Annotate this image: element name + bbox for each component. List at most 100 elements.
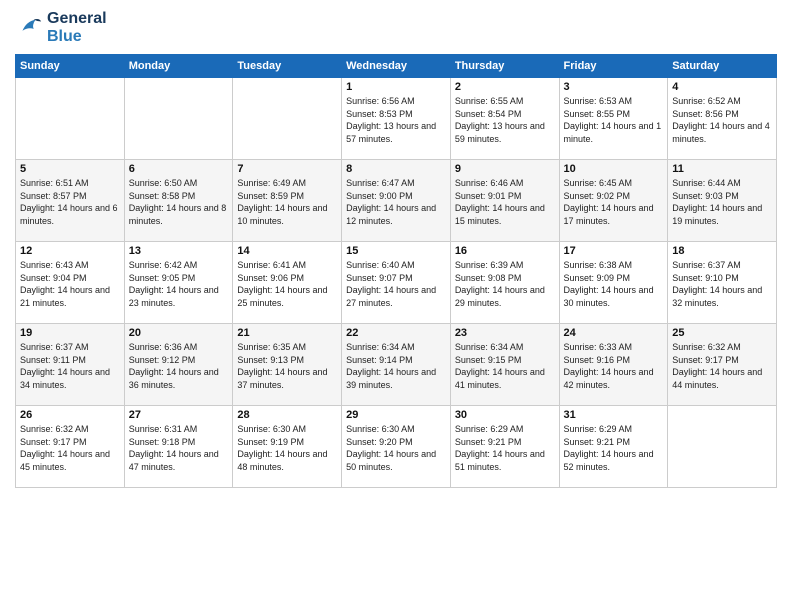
calendar-cell: 1Sunrise: 6:56 AMSunset: 8:53 PMDaylight… [342,78,451,160]
calendar-cell: 6 Sunrise: 6:50 AMSunset: 8:58 PMDaylight… [124,160,233,242]
weekday-header-wednesday: Wednesday [342,55,451,78]
calendar-cell: 2 Sunrise: 6:55 AMSunset: 8:54 PMDaylight… [450,78,559,160]
calendar-table: SundayMondayTuesdayWednesdayThursdayFrid… [15,54,777,488]
day-info: Sunrise: 6:37 AMSunset: 9:11 PMDaylight:… [20,341,120,391]
calendar-cell [124,78,233,160]
day-number: 2 [455,81,555,93]
day-number: 4 [672,81,772,93]
day-info: Sunrise: 6:47 AMSunset: 9:00 PMDaylight:… [346,177,446,227]
day-info: Sunrise: 6:38 AMSunset: 9:09 PMDaylight:… [564,259,664,309]
day-number: 27 [129,409,229,421]
calendar-cell: 29 Sunrise: 6:30 AMSunset: 9:20 PMDayligh… [342,406,451,488]
day-number: 22 [346,327,446,339]
logo-icon [15,14,43,42]
weekday-header-thursday: Thursday [450,55,559,78]
day-number: 5 [20,163,120,175]
calendar-week-4: 26Sunrise: 6:32 AMSunset: 9:17 PMDayligh… [16,406,777,488]
day-info: Sunrise: 6:50 AMSunset: 8:58 PMDaylight:… [129,177,229,227]
calendar-week-0: 1Sunrise: 6:56 AMSunset: 8:53 PMDaylight… [16,78,777,160]
day-number: 29 [346,409,446,421]
day-info: Sunrise: 6:52 AMSunset: 8:56 PMDaylight:… [672,95,772,145]
calendar-cell: 20Sunrise: 6:36 AMSunset: 9:12 PMDayligh… [124,324,233,406]
day-info: Sunrise: 6:36 AMSunset: 9:12 PMDaylight:… [129,341,229,391]
day-info: Sunrise: 6:32 AMSunset: 9:17 PMDaylight:… [672,341,772,391]
calendar-cell: 16 Sunrise: 6:39 AMSunset: 9:08 PMDayligh… [450,242,559,324]
day-info: Sunrise: 6:51 AMSunset: 8:57 PMDaylight:… [20,177,120,227]
calendar-week-3: 19 Sunrise: 6:37 AMSunset: 9:11 PMDayligh… [16,324,777,406]
calendar-header: SundayMondayTuesdayWednesdayThursdayFrid… [16,55,777,78]
calendar-cell [233,78,342,160]
calendar-cell: 24 Sunrise: 6:33 AMSunset: 9:16 PMDayligh… [559,324,668,406]
weekday-header-sunday: Sunday [16,55,125,78]
weekday-header-monday: Monday [124,55,233,78]
calendar-cell: 4 Sunrise: 6:52 AMSunset: 8:56 PMDaylight… [668,78,777,160]
day-number: 31 [564,409,664,421]
calendar-cell: 19 Sunrise: 6:37 AMSunset: 9:11 PMDayligh… [16,324,125,406]
day-info: Sunrise: 6:34 AMSunset: 9:15 PMDaylight:… [455,341,555,391]
day-info: Sunrise: 6:41 AMSunset: 9:06 PMDaylight:… [237,259,337,309]
calendar-cell: 17 Sunrise: 6:38 AMSunset: 9:09 PMDayligh… [559,242,668,324]
day-info: Sunrise: 6:43 AMSunset: 9:04 PMDaylight:… [20,259,120,309]
day-info: Sunrise: 6:29 AMSunset: 9:21 PMDaylight:… [564,423,664,473]
day-number: 28 [237,409,337,421]
day-number: 12 [20,245,120,257]
calendar-cell: 18 Sunrise: 6:37 AMSunset: 9:10 PMDayligh… [668,242,777,324]
day-info: Sunrise: 6:39 AMSunset: 9:08 PMDaylight:… [455,259,555,309]
day-info: Sunrise: 6:30 AMSunset: 9:19 PMDaylight:… [237,423,337,473]
calendar-cell: 28 Sunrise: 6:30 AMSunset: 9:19 PMDayligh… [233,406,342,488]
day-number: 10 [564,163,664,175]
day-info: Sunrise: 6:44 AMSunset: 9:03 PMDaylight:… [672,177,772,227]
weekday-header-saturday: Saturday [668,55,777,78]
day-number: 18 [672,245,772,257]
day-number: 13 [129,245,229,257]
day-number: 16 [455,245,555,257]
calendar-cell: 26Sunrise: 6:32 AMSunset: 9:17 PMDayligh… [16,406,125,488]
calendar-cell: 13Sunrise: 6:42 AMSunset: 9:05 PMDayligh… [124,242,233,324]
day-info: Sunrise: 6:45 AMSunset: 9:02 PMDaylight:… [564,177,664,227]
weekday-header-tuesday: Tuesday [233,55,342,78]
calendar-cell: 8Sunrise: 6:47 AMSunset: 9:00 PMDaylight… [342,160,451,242]
day-number: 7 [237,163,337,175]
day-info: Sunrise: 6:37 AMSunset: 9:10 PMDaylight:… [672,259,772,309]
day-number: 25 [672,327,772,339]
day-info: Sunrise: 6:55 AMSunset: 8:54 PMDaylight:… [455,95,555,145]
calendar-cell: 14 Sunrise: 6:41 AMSunset: 9:06 PMDayligh… [233,242,342,324]
day-number: 1 [346,81,446,93]
day-info: Sunrise: 6:34 AMSunset: 9:14 PMDaylight:… [346,341,446,391]
calendar-cell: 5 Sunrise: 6:51 AMSunset: 8:57 PMDaylight… [16,160,125,242]
header: General Blue [15,10,777,46]
day-info: Sunrise: 6:29 AMSunset: 9:21 PMDaylight:… [455,423,555,473]
calendar-cell: 10 Sunrise: 6:45 AMSunset: 9:02 PMDayligh… [559,160,668,242]
day-number: 6 [129,163,229,175]
day-number: 24 [564,327,664,339]
calendar-cell: 23 Sunrise: 6:34 AMSunset: 9:15 PMDayligh… [450,324,559,406]
calendar-cell: 27Sunrise: 6:31 AMSunset: 9:18 PMDayligh… [124,406,233,488]
day-number: 21 [237,327,337,339]
logo: General Blue [15,10,107,46]
calendar-cell: 3Sunrise: 6:53 AMSunset: 8:55 PMDaylight… [559,78,668,160]
calendar-cell [668,406,777,488]
day-number: 23 [455,327,555,339]
page: General Blue SundayMondayTuesdayWednesda… [0,0,792,612]
calendar-cell [16,78,125,160]
day-number: 14 [237,245,337,257]
day-number: 15 [346,245,446,257]
calendar-cell: 12 Sunrise: 6:43 AMSunset: 9:04 PMDayligh… [16,242,125,324]
day-number: 3 [564,81,664,93]
day-number: 11 [672,163,772,175]
calendar-cell: 15Sunrise: 6:40 AMSunset: 9:07 PMDayligh… [342,242,451,324]
calendar-week-2: 12 Sunrise: 6:43 AMSunset: 9:04 PMDayligh… [16,242,777,324]
day-number: 19 [20,327,120,339]
day-info: Sunrise: 6:35 AMSunset: 9:13 PMDaylight:… [237,341,337,391]
calendar-cell: 9Sunrise: 6:46 AMSunset: 9:01 PMDaylight… [450,160,559,242]
day-info: Sunrise: 6:33 AMSunset: 9:16 PMDaylight:… [564,341,664,391]
day-number: 17 [564,245,664,257]
logo-text: General Blue [47,10,107,46]
day-number: 9 [455,163,555,175]
calendar-cell: 30 Sunrise: 6:29 AMSunset: 9:21 PMDayligh… [450,406,559,488]
day-number: 26 [20,409,120,421]
calendar-week-1: 5 Sunrise: 6:51 AMSunset: 8:57 PMDaylight… [16,160,777,242]
day-info: Sunrise: 6:30 AMSunset: 9:20 PMDaylight:… [346,423,446,473]
calendar-cell: 31 Sunrise: 6:29 AMSunset: 9:21 PMDayligh… [559,406,668,488]
day-number: 30 [455,409,555,421]
